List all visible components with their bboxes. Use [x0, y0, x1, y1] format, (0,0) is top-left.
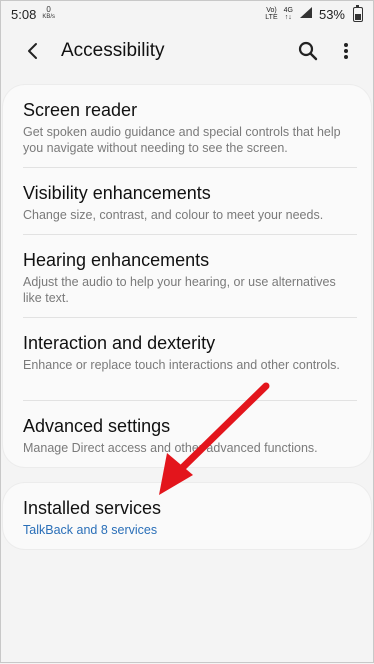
menu-item-title: Advanced settings [23, 416, 171, 436]
installed-services-subtitle: TalkBack and 8 services [23, 523, 158, 537]
menu-item-installed-services[interactable]: Installed services TalkBack and 8 servic… [23, 497, 357, 537]
menu-item-advanced-settings[interactable]: Advanced settings Manage Direct access a… [23, 415, 357, 456]
search-icon [298, 41, 318, 61]
menu-item-description: Change size, contrast, and colour to mee… [23, 208, 324, 222]
menu-item-description: Enhance or replace touch interactions an… [23, 358, 340, 372]
battery-percent: 53% [318, 6, 345, 22]
divider [23, 234, 357, 235]
data-speed-value: 0 [46, 5, 51, 14]
status-icons: Vo) LTE 4G ↑↓ 53% [265, 4, 363, 22]
menu-item-screen-reader[interactable]: Screen reader Get spoken audio guidance … [23, 99, 357, 156]
app-bar: Accessibility [1, 29, 373, 73]
menu-item-visibility-enhancements[interactable]: Visibility enhancements Change size, con… [23, 182, 357, 223]
installed-services-card[interactable]: Installed services TalkBack and 8 servic… [3, 483, 371, 549]
phone-screen: 5:08 0 KB/s Vo) LTE 4G ↑↓ 53% Accessibil… [0, 0, 374, 663]
more-vertical-icon [344, 43, 348, 59]
divider [23, 317, 357, 318]
more-options-button[interactable] [333, 38, 359, 64]
battery-icon [353, 4, 363, 22]
page-title: Accessibility [61, 40, 165, 61]
signal-icon [299, 6, 313, 22]
back-arrow-icon [28, 43, 37, 59]
back-button[interactable] [19, 37, 47, 65]
installed-services-title: Installed services [23, 498, 162, 518]
menu-item-hearing-enhancements[interactable]: Hearing enhancements Adjust the audio to… [23, 249, 357, 306]
menu-item-title: Visibility enhancements [23, 183, 211, 203]
menu-item-interaction-and-dexterity[interactable]: Interaction and dexterity Enhance or rep… [23, 332, 357, 373]
network-4g-icon: 4G ↑↓ [283, 7, 293, 21]
menu-item-title: Hearing enhancements [23, 250, 210, 270]
search-button[interactable] [295, 38, 321, 64]
data-speed-indicator: 0 KB/s [42, 5, 55, 21]
menu-item-title: Interaction and dexterity [23, 333, 216, 353]
volte-icon: Vo) LTE [265, 7, 278, 21]
menu-item-description: Get spoken audio guidance and special co… [23, 125, 341, 155]
status-time: 5:08 [11, 6, 37, 22]
menu-item-title: Screen reader [23, 100, 138, 120]
menu-item-description: Manage Direct access and other advanced … [23, 441, 318, 455]
app-bar-actions [295, 38, 359, 64]
data-speed-unit: KB/s [42, 14, 55, 20]
status-bar: 5:08 0 KB/s Vo) LTE 4G ↑↓ 53% [1, 1, 373, 27]
accessibility-menu-card: Screen reader Get spoken audio guidance … [3, 85, 371, 467]
divider [23, 400, 357, 401]
divider [23, 167, 357, 168]
menu-item-description: Adjust the audio to help your hearing, o… [23, 275, 336, 305]
